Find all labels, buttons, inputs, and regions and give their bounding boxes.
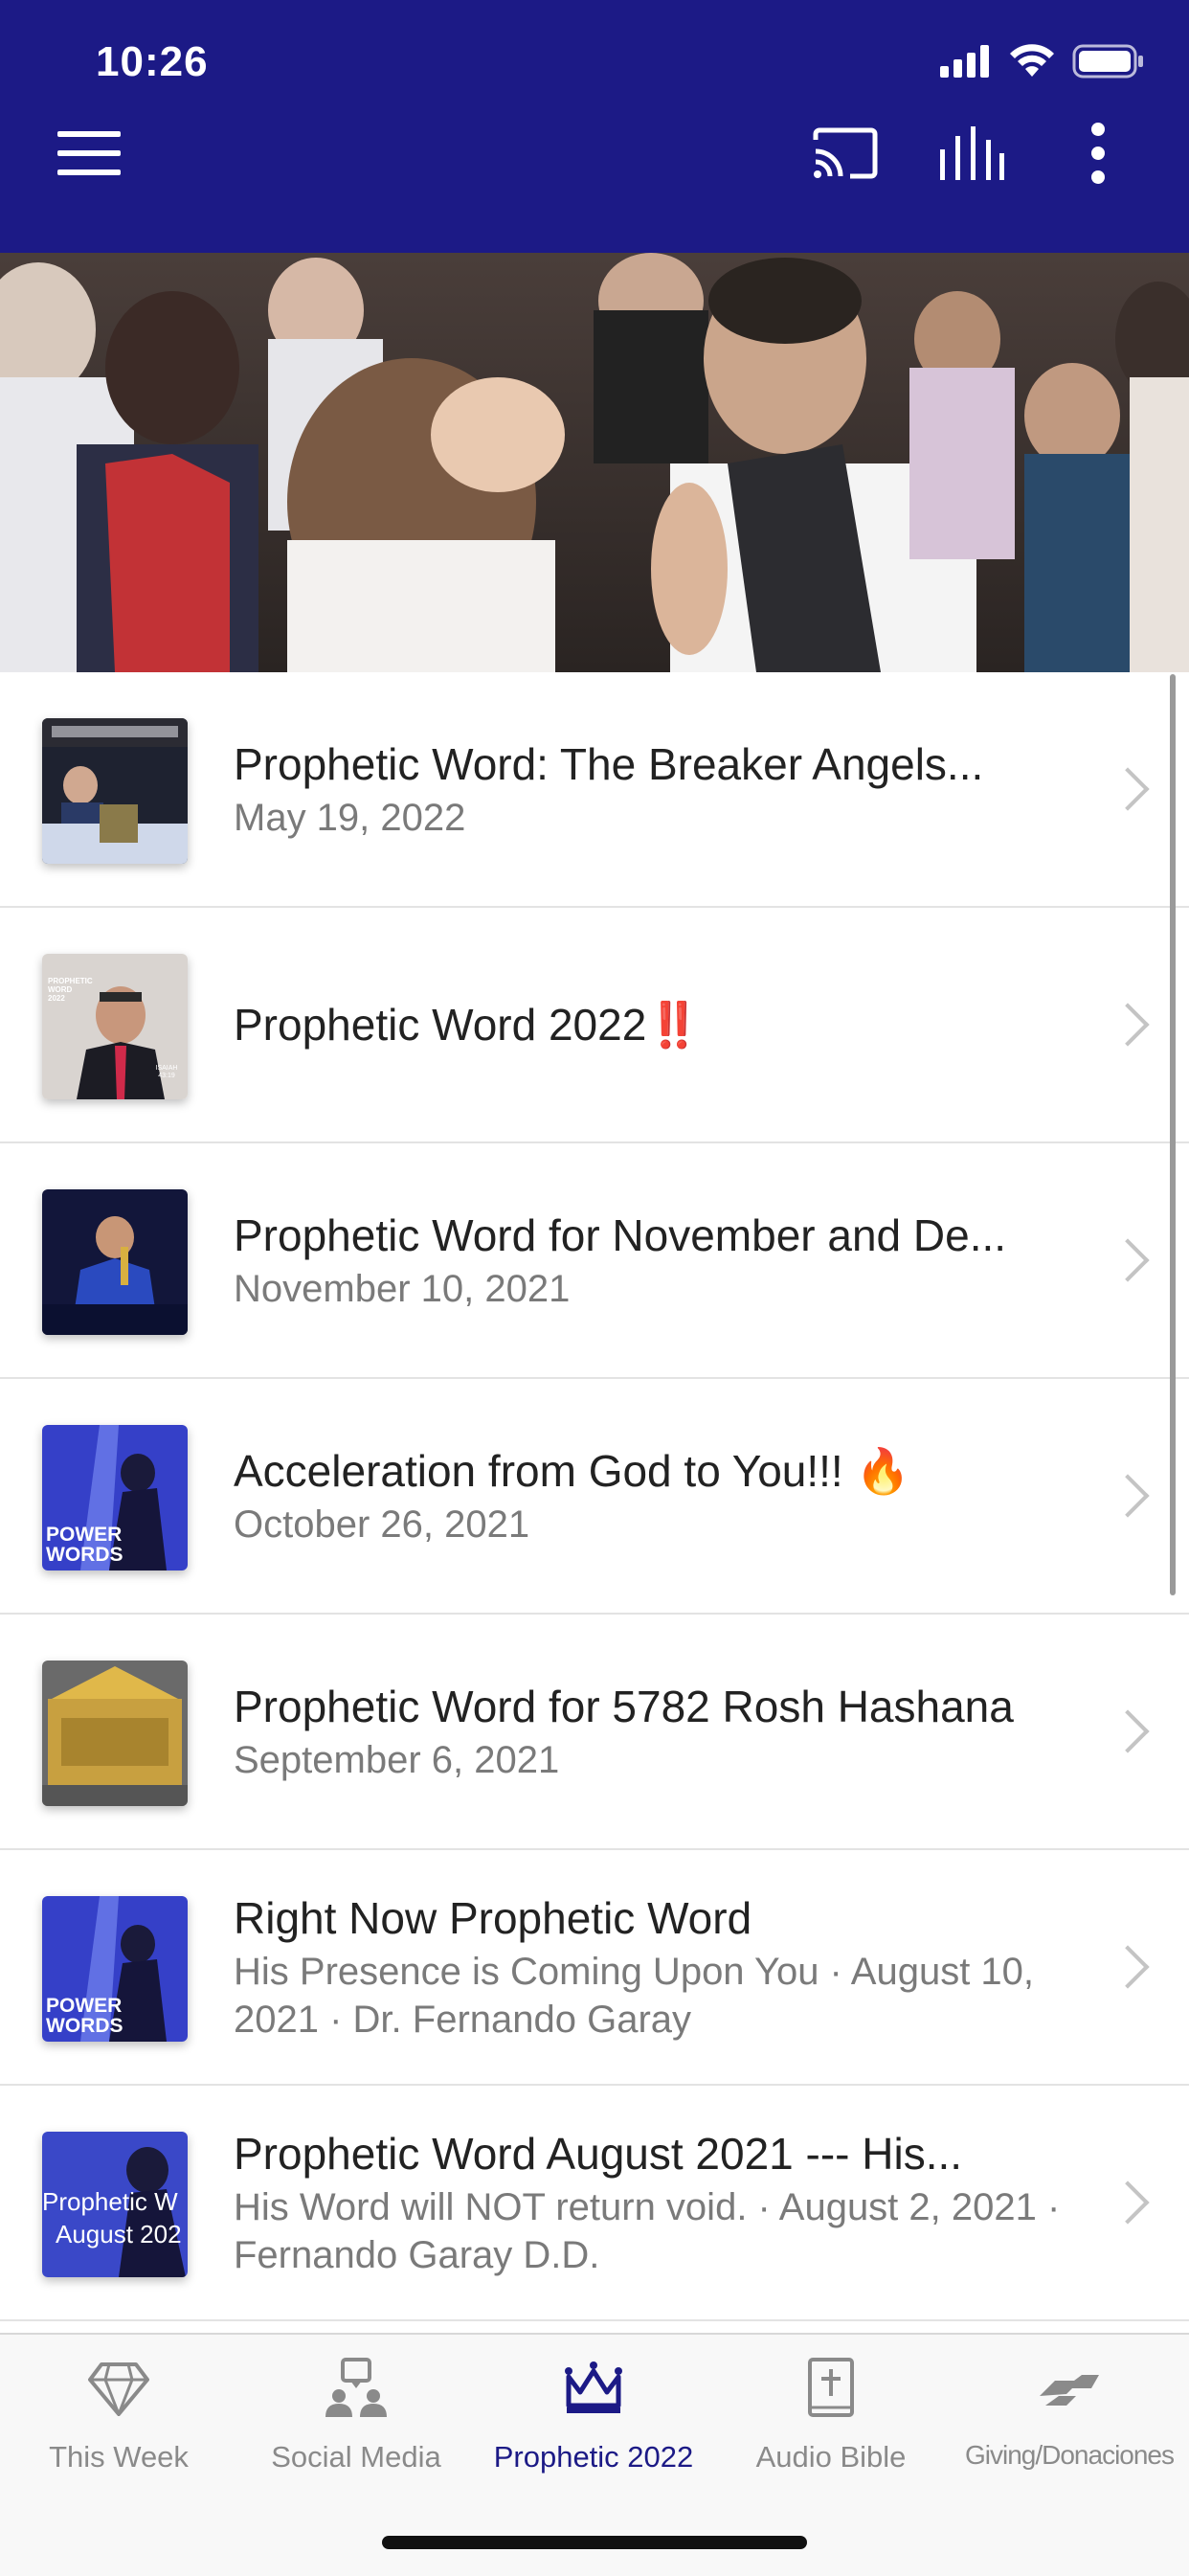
- thumbnail: Prophetic W August 202: [42, 2132, 188, 2277]
- list-item[interactable]: Prophetic Word for 5782 Rosh Hashana Sep…: [0, 1615, 1189, 1850]
- hamburger-icon: [57, 131, 121, 175]
- wifi-icon: [1010, 44, 1054, 77]
- list-item-title: Right Now Prophetic Word: [234, 1893, 752, 1943]
- chevron-right-icon: [1106, 1474, 1150, 1518]
- tab-label: Giving/Donaciones: [964, 2440, 1175, 2470]
- list-item-title: Prophetic Word August 2021 --- His...: [234, 2129, 963, 2179]
- list-item[interactable]: Prophetic W August 202 Prophetic Word Aug…: [0, 2086, 1189, 2321]
- tab-label: Audio Bible: [755, 2440, 907, 2474]
- list-item-title: Prophetic Word: The Breaker Angels...: [234, 739, 984, 789]
- hero-photo: [0, 253, 1189, 672]
- more-button[interactable]: [1055, 115, 1141, 192]
- tab-label: This Week: [49, 2440, 189, 2474]
- double-exclamation-icon: ‼️: [646, 999, 702, 1051]
- diamond-icon: [88, 2362, 149, 2416]
- app-header: 10:26: [0, 0, 1189, 253]
- tab-prophetic-2022[interactable]: Prophetic 2022: [475, 2354, 712, 2507]
- chevron-right-icon: [1106, 1709, 1150, 1753]
- thumbnail: POWER WORDS: [42, 1896, 188, 2042]
- list-item-subtitle: His Presence is Coming Upon You · August…: [234, 1951, 1035, 2041]
- list-item-text: Acceleration from God to You!!! 🔥 Octobe…: [234, 1379, 1065, 1613]
- people-icon: [325, 2358, 387, 2417]
- thumbnail-caption: POWER WORDS: [46, 1524, 123, 1566]
- status-time: 10:26: [96, 38, 209, 85]
- chevron-right-icon: [1106, 1003, 1150, 1047]
- thumbnail: POWER WORDS: [42, 1425, 188, 1570]
- signal-icon: [940, 45, 989, 78]
- audio-button[interactable]: [929, 115, 1015, 192]
- list-item-subtitle: October 26, 2021: [234, 1503, 530, 1546]
- list-item-title: Acceleration from God to You!!! 🔥: [234, 1446, 910, 1496]
- list-item-title: Prophetic Word for 5782 Rosh Hashana: [234, 1682, 1014, 1731]
- list-item-subtitle: May 19, 2022: [234, 797, 466, 839]
- hero-image: [0, 253, 1189, 672]
- tab-this-week[interactable]: This Week: [0, 2354, 237, 2507]
- more-vertical-icon: [1091, 123, 1105, 184]
- list-item-text: Right Now Prophetic Word His Presence is…: [234, 1850, 1065, 2084]
- list-item[interactable]: POWER WORDS Right Now Prophetic Word His …: [0, 1850, 1189, 2086]
- tab-social-media[interactable]: Social Media: [237, 2354, 475, 2507]
- list-item-text: Prophetic Word for November and De... No…: [234, 1143, 1065, 1377]
- chevron-right-icon: [1106, 1238, 1150, 1282]
- cast-button[interactable]: [802, 115, 888, 192]
- scrollbar[interactable]: [1170, 674, 1176, 1595]
- thumbnail: [42, 1189, 188, 1335]
- status-icons: [940, 44, 1145, 79]
- bible-icon: [808, 2358, 854, 2417]
- tab-giving[interactable]: Giving/Donaciones: [950, 2354, 1189, 2507]
- chevron-right-icon: [1106, 767, 1150, 811]
- equalizer-icon: [940, 126, 1004, 180]
- list-item-title: Prophetic Word for November and De...: [234, 1210, 1007, 1260]
- battery-icon: [1072, 44, 1143, 79]
- list-item-text: Prophetic Word 2022‼️: [234, 908, 1065, 1141]
- list-item-text: Prophetic Word: The Breaker Angels... Ma…: [234, 672, 1065, 906]
- thumbnail: [42, 718, 188, 864]
- list-item-subtitle: September 6, 2021: [234, 1739, 560, 1781]
- crown-icon: [565, 2361, 622, 2413]
- list-item-subtitle: His Word will NOT return void. · August …: [234, 2186, 1061, 2276]
- tab-audio-bible[interactable]: Audio Bible: [712, 2354, 950, 2507]
- tab-label: Social Media: [271, 2440, 441, 2474]
- list-item[interactable]: PROPHETIC WORD 2022 ISAIAH 43:19 Prophet…: [0, 908, 1189, 1143]
- list-item[interactable]: Prophetic Word for November and De... No…: [0, 1143, 1189, 1379]
- cast-icon: [813, 127, 878, 179]
- menu-button[interactable]: [46, 115, 132, 192]
- content-list: Prophetic Word: The Breaker Angels... Ma…: [0, 672, 1189, 2321]
- chevron-right-icon: [1106, 1945, 1150, 1989]
- thumbnail: [42, 1661, 188, 1806]
- home-indicator[interactable]: [382, 2536, 807, 2549]
- handshake-icon: [1040, 2375, 1099, 2406]
- list-item[interactable]: POWER WORDS Acceleration from God to You!…: [0, 1379, 1189, 1615]
- list-item-title: Prophetic Word 2022‼️: [234, 999, 702, 1051]
- thumbnail-caption: POWER WORDS: [46, 1995, 123, 2037]
- list-item[interactable]: Prophetic Word: The Breaker Angels... Ma…: [0, 672, 1189, 908]
- list-item-subtitle: November 10, 2021: [234, 1268, 571, 1310]
- thumbnail: PROPHETIC WORD 2022 ISAIAH 43:19: [42, 954, 188, 1099]
- chevron-right-icon: [1106, 2181, 1150, 2225]
- thumbnail-caption: PROPHETIC WORD 2022: [48, 977, 93, 1003]
- thumbnail-caption: Prophetic W August 202: [42, 2187, 182, 2248]
- tab-label: Prophetic 2022: [493, 2440, 694, 2474]
- list-item-text: Prophetic Word August 2021 --- His... Hi…: [234, 2086, 1065, 2319]
- list-item-text: Prophetic Word for 5782 Rosh Hashana Sep…: [234, 1615, 1065, 1848]
- thumbnail-caption: ISAIAH 43:19: [155, 1065, 178, 1079]
